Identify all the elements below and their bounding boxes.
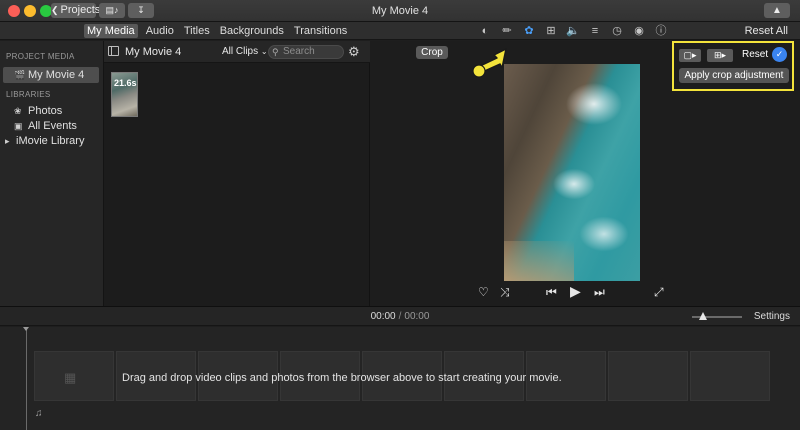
- browser-title: My Movie 4: [125, 46, 182, 58]
- clip-duration: 21.6s: [114, 78, 137, 88]
- sidebar-item-label: Photos: [28, 105, 63, 117]
- ken-burns-icon[interactable]: ⤨: [500, 285, 510, 300]
- zoom-slider-knob[interactable]: [699, 312, 707, 320]
- favorite-heart-icon[interactable]: ♡: [478, 285, 489, 299]
- clip-thumbnail[interactable]: 21.6s: [111, 72, 138, 117]
- photos-icon: ❀: [14, 106, 22, 116]
- sidebar-toggle-icon[interactable]: [108, 46, 119, 56]
- crop-icon[interactable]: ⊞: [540, 23, 562, 39]
- zoom-slider[interactable]: [692, 312, 742, 320]
- tab-titles[interactable]: Titles: [182, 24, 212, 38]
- crop-to-fill-button[interactable]: ⊞▸: [707, 49, 733, 62]
- timeline-slot: [690, 351, 770, 401]
- tab-backgrounds[interactable]: Backgrounds: [218, 24, 286, 38]
- total-time: 00:00: [404, 311, 430, 322]
- timeline-empty-hint: Drag and drop video clips and photos fro…: [122, 372, 562, 384]
- sidebar-item-all-events[interactable]: ▣ All Events: [0, 118, 104, 134]
- palette-icon[interactable]: ✿: [518, 23, 540, 39]
- sidebar-item-label: All Events: [28, 120, 77, 132]
- share-button[interactable]: ▲: [764, 3, 790, 18]
- fit-icon: ▢▸: [683, 50, 697, 60]
- playhead[interactable]: [23, 327, 29, 430]
- fullscreen-icon[interactable]: ⤢: [654, 285, 664, 300]
- current-time: 00:00: [370, 311, 396, 322]
- media-browser: My Movie 4 All Clips ⌄ ⚲ Search ⚙ 21.6s: [104, 41, 370, 306]
- timeline-bar: 00:00/00:00 Settings: [0, 307, 800, 326]
- clapperboard-icon: 🎬: [14, 70, 26, 80]
- sidebar: PROJECT MEDIA 🎬 My Movie 4 LIBRARIES ❀ Pho…: [0, 41, 104, 306]
- clip-filter-label: All Clips: [222, 46, 259, 57]
- crop-fill-icon: ⊞▸: [713, 50, 727, 60]
- tab-my-media[interactable]: My Media: [84, 24, 138, 38]
- crop-fit-button[interactable]: ▢▸: [679, 49, 701, 62]
- video-preview[interactable]: [504, 64, 640, 281]
- noise-reduction-icon[interactable]: ≡: [584, 23, 606, 39]
- title-bar: ❮ Projects ▤♪ ↧ My Movie 4 ▲: [0, 0, 800, 22]
- clip-filter-dropdown[interactable]: All Clips ⌄: [222, 46, 268, 57]
- timecode: 00:00/00:00: [0, 311, 800, 322]
- crop-reset-button[interactable]: Reset: [742, 49, 768, 60]
- tab-audio[interactable]: Audio: [144, 24, 176, 38]
- crop-controls-panel: ▢▸ ⊞▸ Reset ✓ Apply crop adjustment: [672, 41, 794, 91]
- search-input[interactable]: ⚲ Search: [268, 45, 344, 59]
- browser-header: My Movie 4 All Clips ⌄ ⚲ Search ⚙: [104, 41, 370, 63]
- sidebar-header-libraries: LIBRARIES: [6, 90, 51, 99]
- toolbar: My Media Audio Titles Backgrounds Transi…: [0, 22, 800, 40]
- timeline-area[interactable]: ▦ Drag and drop video clips and photos f…: [0, 327, 800, 430]
- sidebar-item-my-movie[interactable]: 🎬 My Movie 4: [3, 67, 99, 83]
- search-icon: ⚲: [272, 47, 279, 57]
- apply-check-icon[interactable]: ✓: [772, 47, 787, 62]
- chevron-down-icon: ⌄: [260, 47, 268, 56]
- adjustment-toolbar: ◐ ✏ ✿ ⊞ 🔈 ≡ ◷ ◉ ⓘ: [474, 23, 672, 39]
- play-icon[interactable]: ▶: [570, 283, 581, 300]
- speed-icon[interactable]: ◷: [606, 23, 628, 39]
- color-correction-icon[interactable]: ✏: [496, 23, 518, 39]
- apply-crop-button[interactable]: Apply crop adjustment: [679, 68, 789, 83]
- film-strip-icon: ▦: [64, 370, 77, 385]
- time-separator: /: [398, 311, 402, 322]
- share-icon: ▲: [772, 5, 782, 16]
- media-tabs: My Media Audio Titles Backgrounds Transi…: [84, 24, 349, 38]
- color-balance-icon[interactable]: ◐: [474, 23, 496, 39]
- sidebar-item-imovie-library[interactable]: ▸ iMovie Library: [0, 133, 104, 149]
- sidebar-header-project-media: PROJECT MEDIA: [6, 52, 75, 61]
- gear-icon[interactable]: ⚙: [348, 44, 360, 60]
- sidebar-item-label: iMovie Library: [16, 135, 85, 147]
- disclosure-triangle-icon: ▸: [5, 136, 10, 146]
- info-icon[interactable]: ⓘ: [650, 23, 672, 39]
- skip-back-icon[interactable]: ⏮: [546, 285, 557, 300]
- sidebar-item-label: My Movie 4: [28, 69, 85, 81]
- search-placeholder: Search: [283, 46, 315, 57]
- skip-forward-icon[interactable]: ⏭: [594, 285, 605, 300]
- viewer: Crop ♡ ⤨ ⏮ ▶ ⏭ ⤢ ▢▸ ⊞▸ Reset ✓ Apply cro…: [370, 41, 800, 306]
- music-note-icon: ♫: [35, 408, 43, 419]
- timeline-slot: [608, 351, 688, 401]
- timeline-settings-button[interactable]: Settings: [754, 311, 790, 322]
- tab-transitions[interactable]: Transitions: [292, 24, 349, 38]
- sidebar-item-photos[interactable]: ❀ Photos: [0, 103, 104, 119]
- volume-icon[interactable]: 🔈: [562, 23, 584, 39]
- window-title: My Movie 4: [371, 5, 429, 17]
- video-filter-icon[interactable]: ◉: [628, 23, 650, 39]
- events-icon: ▣: [14, 121, 23, 131]
- crop-mode-label: Crop: [416, 46, 448, 59]
- reset-all-button[interactable]: Reset All: [745, 25, 788, 37]
